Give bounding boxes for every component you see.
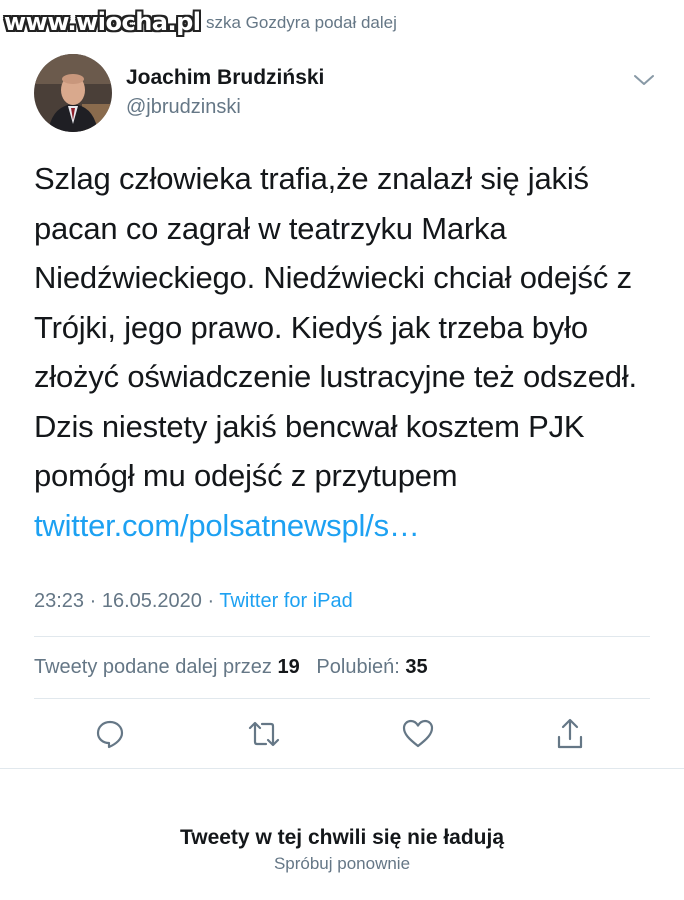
author-name[interactable]: Joachim Brudziński: [126, 66, 324, 90]
reply-button[interactable]: [90, 712, 130, 756]
load-error: Tweety w tej chwili się nie ładują Sprób…: [0, 826, 684, 874]
retweeted-by-label[interactable]: szka Gozdyra podał dalej: [206, 13, 397, 33]
error-title: Tweety w tej chwili się nie ładują: [179, 826, 505, 849]
share-icon: [557, 718, 583, 749]
likes-label: Polubień:: [316, 656, 406, 678]
retry-link[interactable]: Spróbuj ponownie: [0, 854, 684, 874]
retweet-icon: [248, 721, 280, 747]
divider: [0, 768, 684, 769]
likes-count: 35: [405, 656, 428, 678]
retweet-button[interactable]: [244, 712, 284, 756]
watermark-logo: www.wiocha.pl: [4, 8, 201, 36]
tweet-body: Szlag człowieka trafia,że znalazł się ja…: [34, 161, 637, 493]
tweet-link[interactable]: twitter.com/polsatnewspl/s…: [34, 508, 420, 543]
chevron-down-icon[interactable]: [630, 68, 658, 92]
avatar-photo: [34, 54, 112, 132]
tweet-stats: Tweety podane dalej przez 19 Polubień: 3…: [34, 656, 428, 679]
tweet-timestamp: 23:23 · 16.05.2020 ·: [34, 590, 220, 612]
avatar[interactable]: [34, 54, 112, 132]
tweet-meta: 23:23 · 16.05.2020 · Twitter for iPad: [34, 590, 353, 613]
divider: [34, 636, 650, 637]
retweets-label: Tweety podane dalej przez: [34, 656, 278, 678]
retweets-stat[interactable]: Tweety podane dalej przez 19: [34, 656, 300, 678]
retweets-count: 19: [277, 656, 300, 678]
like-button[interactable]: [398, 712, 438, 756]
reply-icon: [96, 720, 124, 749]
share-button[interactable]: [550, 712, 590, 756]
retweet-context-bar: szka Gozdyra podał dalej www.wiocha.pl: [0, 0, 684, 48]
divider: [34, 698, 650, 699]
like-icon: [402, 719, 434, 748]
author-handle[interactable]: @jbrudzinski: [126, 96, 241, 119]
likes-stat[interactable]: Polubień: 35: [316, 656, 427, 678]
tweet-text: Szlag człowieka trafia,że znalazł się ja…: [34, 154, 654, 550]
tweet-source[interactable]: Twitter for iPad: [219, 590, 352, 612]
